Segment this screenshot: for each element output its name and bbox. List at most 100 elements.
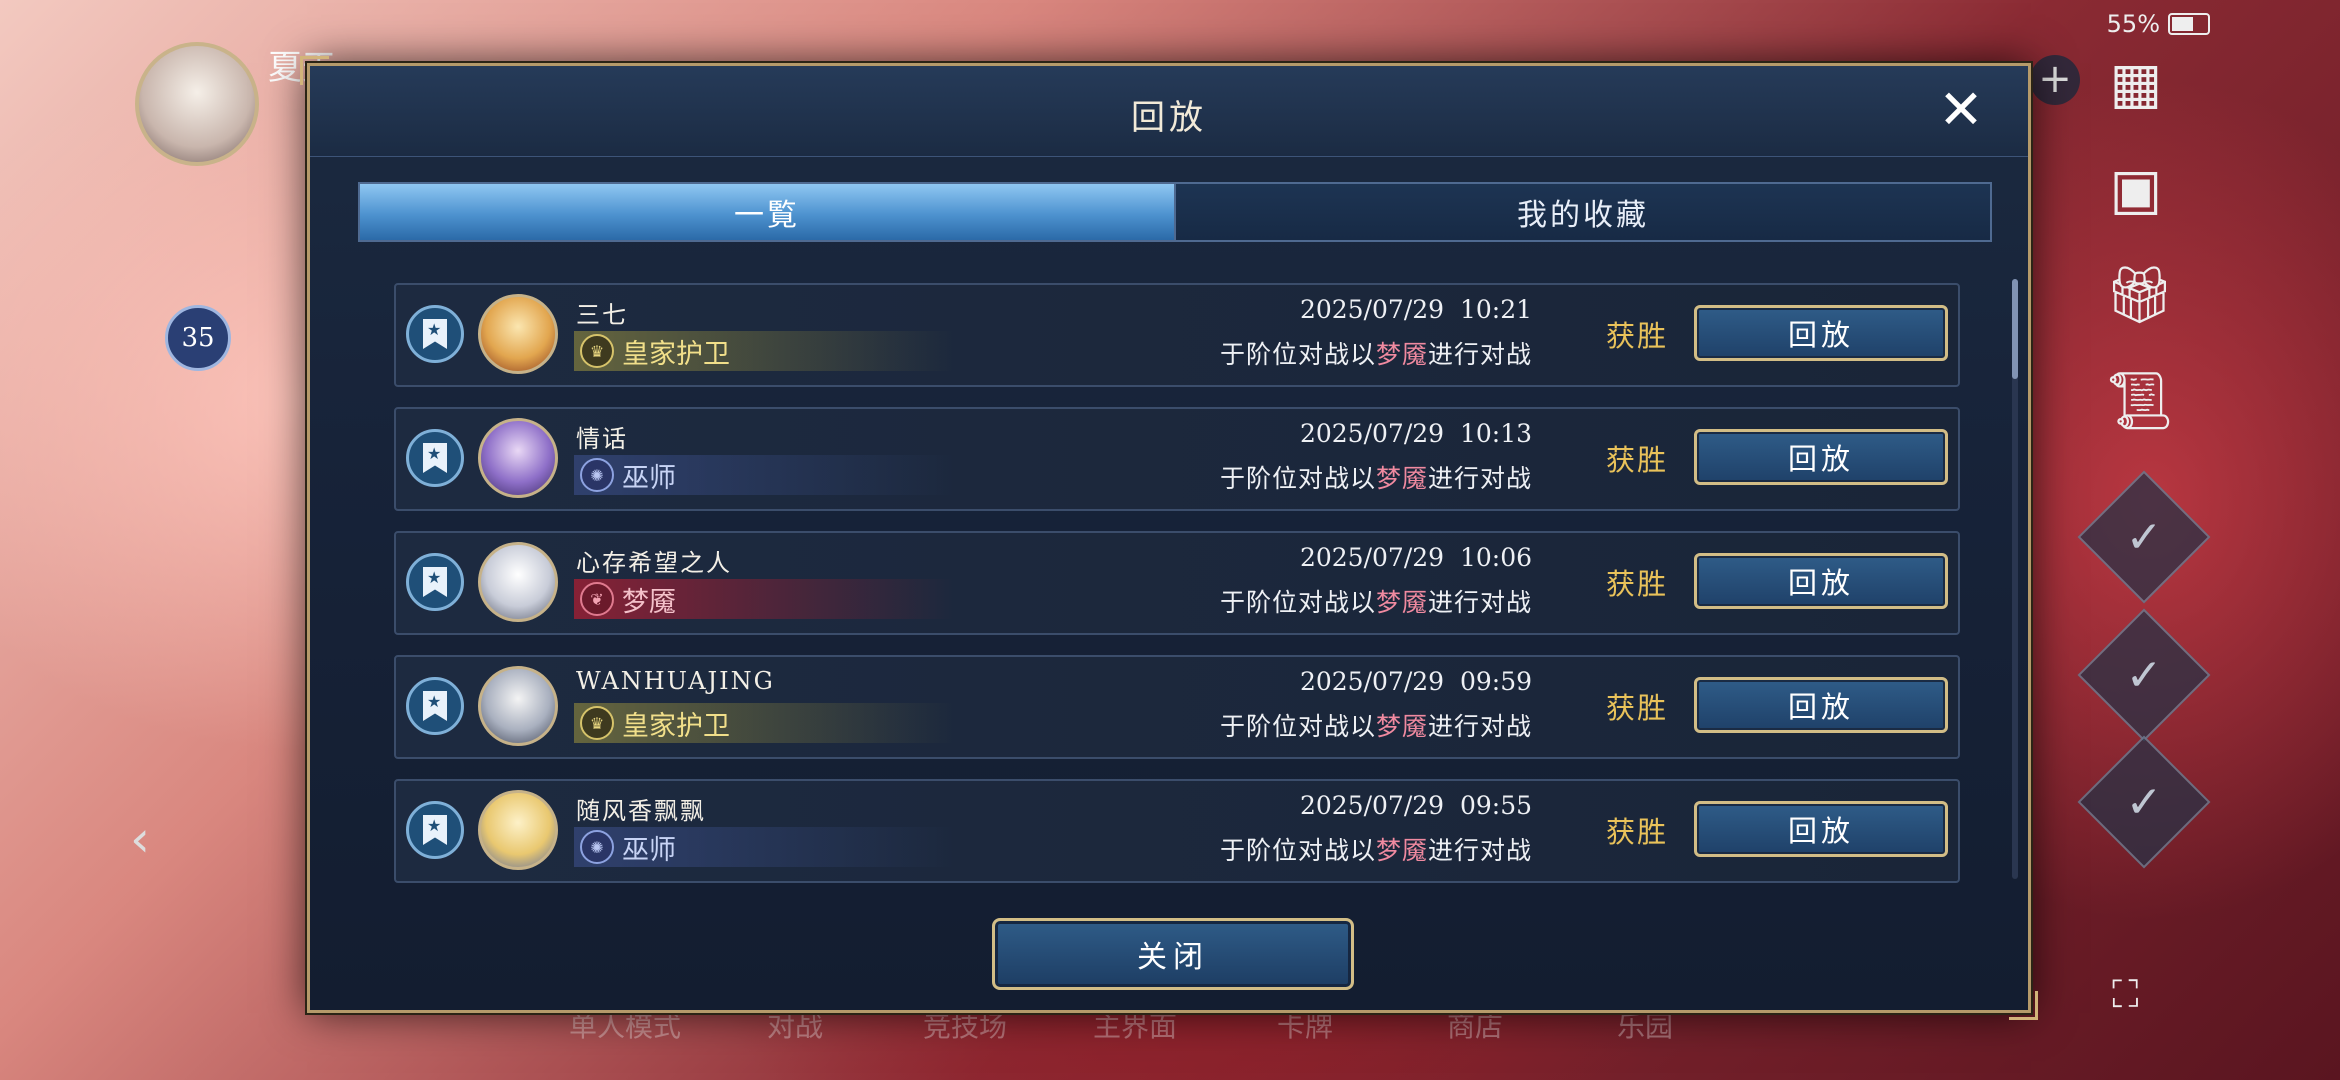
match-description: 于阶位对战以梦魇进行对战: [1220, 707, 1532, 743]
avatar: [478, 542, 558, 622]
desc-prefix: 于阶位对战以: [1219, 588, 1376, 617]
replay-button[interactable]: 回放: [1694, 801, 1948, 857]
match-result: 获胜: [1605, 691, 1668, 725]
desc-prefix: 于阶位对战以: [1219, 340, 1376, 369]
desc-suffix: 进行对战: [1427, 464, 1532, 493]
bookmark-star-icon[interactable]: ★: [406, 677, 464, 735]
list-item: ★ 三七 ♛ 皇家护卫 2025/07/29 10:21 于阶位对战以梦魇进行对…: [394, 283, 1960, 387]
dialog-header: 回放 ✕: [310, 66, 2028, 157]
battery-icon: [2168, 13, 2210, 35]
avatar: [478, 790, 558, 870]
match-datetime: 2025/07/29 10:21: [1299, 295, 1532, 324]
battery-percent: 55%: [2106, 10, 2160, 38]
replay-button[interactable]: 回放: [1694, 429, 1948, 485]
fullscreen-icon[interactable]: ⛶: [2112, 972, 2152, 1016]
class-name: 巫师: [622, 462, 676, 494]
desc-suffix: 进行对战: [1427, 588, 1532, 617]
class-tag: ♛ 皇家护卫: [574, 703, 954, 743]
class-name: 梦魇: [622, 586, 676, 618]
chevron-left-icon[interactable]: ‹: [130, 810, 150, 868]
check-icon: ✓: [2125, 776, 2163, 828]
desc-prefix: 于阶位对战以: [1219, 712, 1376, 741]
dialog-title: 回放: [1131, 98, 1207, 138]
match-result: 获胜: [1605, 319, 1668, 353]
class-name: 皇家护卫: [622, 710, 730, 742]
side-menu: ▦ ▣ 🎁︎ 📜︎: [2100, 52, 2180, 476]
tab-list[interactable]: 一覧: [360, 184, 1174, 240]
class-tag: ❦ 梦魇: [574, 579, 954, 619]
check-diamond-1[interactable]: ✓: [2077, 470, 2211, 604]
replay-list: ★ 三七 ♛ 皇家护卫 2025/07/29 10:21 于阶位对战以梦魇进行对…: [394, 283, 1960, 903]
match-description: 于阶位对战以梦魇进行对战: [1220, 459, 1532, 495]
gallery-icon[interactable]: ▣: [2104, 158, 2168, 222]
avatar: [478, 294, 558, 374]
check-diamond-3[interactable]: ✓: [2077, 735, 2211, 869]
match-description: 于阶位对战以梦魇进行对战: [1220, 831, 1532, 867]
match-datetime: 2025/07/29 10:13: [1299, 419, 1532, 448]
desc-prefix: 于阶位对战以: [1219, 464, 1376, 493]
bookmark-star-icon[interactable]: ★: [406, 801, 464, 859]
list-item: ★ 情话 ✺ 巫师 2025/07/29 10:13 于阶位对战以梦魇进行对战 …: [394, 407, 1960, 511]
desc-class: 梦魇: [1375, 836, 1428, 865]
desc-class: 梦魇: [1375, 340, 1428, 369]
plus-icon[interactable]: +: [2030, 55, 2080, 105]
rune-icon: ✺: [580, 458, 614, 492]
match-datetime: 2025/07/29 10:06: [1299, 543, 1532, 572]
replay-button[interactable]: 回放: [1694, 305, 1948, 361]
close-button[interactable]: 关闭: [992, 918, 1354, 990]
rune-icon: ✺: [580, 830, 614, 864]
check-diamond-2[interactable]: ✓: [2077, 608, 2211, 742]
match-result: 获胜: [1605, 567, 1668, 601]
bookmark-star-icon[interactable]: ★: [406, 305, 464, 363]
close-icon[interactable]: ✕: [1936, 83, 1986, 137]
avatar: [478, 418, 558, 498]
player-name: 随风香飘飘: [576, 797, 706, 825]
replay-dialog: 回放 ✕ 一覧 我的收藏 ★ 三七 ♛ 皇家护卫 2025/07/29 10:2…: [300, 56, 2038, 1020]
class-name: 巫师: [622, 834, 676, 866]
list-item: ★ 心存希望之人 ❦ 梦魇 2025/07/29 10:06 于阶位对战以梦魇进…: [394, 531, 1960, 635]
status-bar: 55%: [2107, 10, 2210, 38]
player-avatar[interactable]: [135, 42, 259, 166]
match-description: 于阶位对战以梦魇进行对战: [1220, 335, 1532, 371]
desc-class: 梦魇: [1375, 588, 1428, 617]
tab-bar: 一覧 我的收藏: [358, 182, 1992, 242]
match-result: 获胜: [1605, 443, 1668, 477]
match-datetime: 2025/07/29 09:59: [1299, 667, 1532, 696]
player-name: 三七: [576, 301, 628, 329]
grid-menu-icon[interactable]: ▦: [2104, 52, 2168, 116]
scroll-icon[interactable]: 📜︎: [2104, 370, 2175, 434]
desc-suffix: 进行对战: [1427, 340, 1532, 369]
player-name: 心存希望之人: [576, 549, 732, 577]
list-item: ★ WANHUAJING ♛ 皇家护卫 2025/07/29 09:59 于阶位…: [394, 655, 1960, 759]
desc-suffix: 进行对战: [1427, 712, 1532, 741]
match-datetime: 2025/07/29 09:55: [1299, 791, 1532, 820]
class-tag: ✺ 巫师: [574, 827, 954, 867]
replay-button[interactable]: 回放: [1694, 677, 1948, 733]
class-name: 皇家护卫: [622, 338, 730, 370]
match-result: 获胜: [1605, 815, 1668, 849]
class-tag: ✺ 巫师: [574, 455, 954, 495]
nightmare-icon: ❦: [580, 582, 614, 616]
tab-favorites[interactable]: 我的收藏: [1174, 184, 1990, 240]
avatar: [478, 666, 558, 746]
replay-button[interactable]: 回放: [1694, 553, 1948, 609]
level-badge: 35: [165, 305, 231, 371]
bookmark-star-icon[interactable]: ★: [406, 553, 464, 611]
list-item: ★ 随风香飘飘 ✺ 巫师 2025/07/29 09:55 于阶位对战以梦魇进行…: [394, 779, 1960, 883]
crown-icon: ♛: [580, 706, 614, 740]
match-description: 于阶位对战以梦魇进行对战: [1220, 583, 1532, 619]
class-tag: ♛ 皇家护卫: [574, 331, 954, 371]
player-name: 情话: [576, 425, 628, 453]
crown-icon: ♛: [580, 334, 614, 368]
check-icon: ✓: [2125, 511, 2163, 563]
bookmark-star-icon[interactable]: ★: [406, 429, 464, 487]
desc-suffix: 进行对战: [1427, 836, 1532, 865]
list-scrollbar[interactable]: [2012, 279, 2018, 879]
gift-icon[interactable]: 🎁︎: [2104, 264, 2175, 328]
player-name: WANHUAJING: [576, 667, 775, 695]
scrollbar-thumb[interactable]: [2012, 279, 2018, 379]
desc-prefix: 于阶位对战以: [1219, 836, 1376, 865]
desc-class: 梦魇: [1375, 712, 1428, 741]
desc-class: 梦魇: [1375, 464, 1428, 493]
check-icon: ✓: [2125, 649, 2163, 701]
